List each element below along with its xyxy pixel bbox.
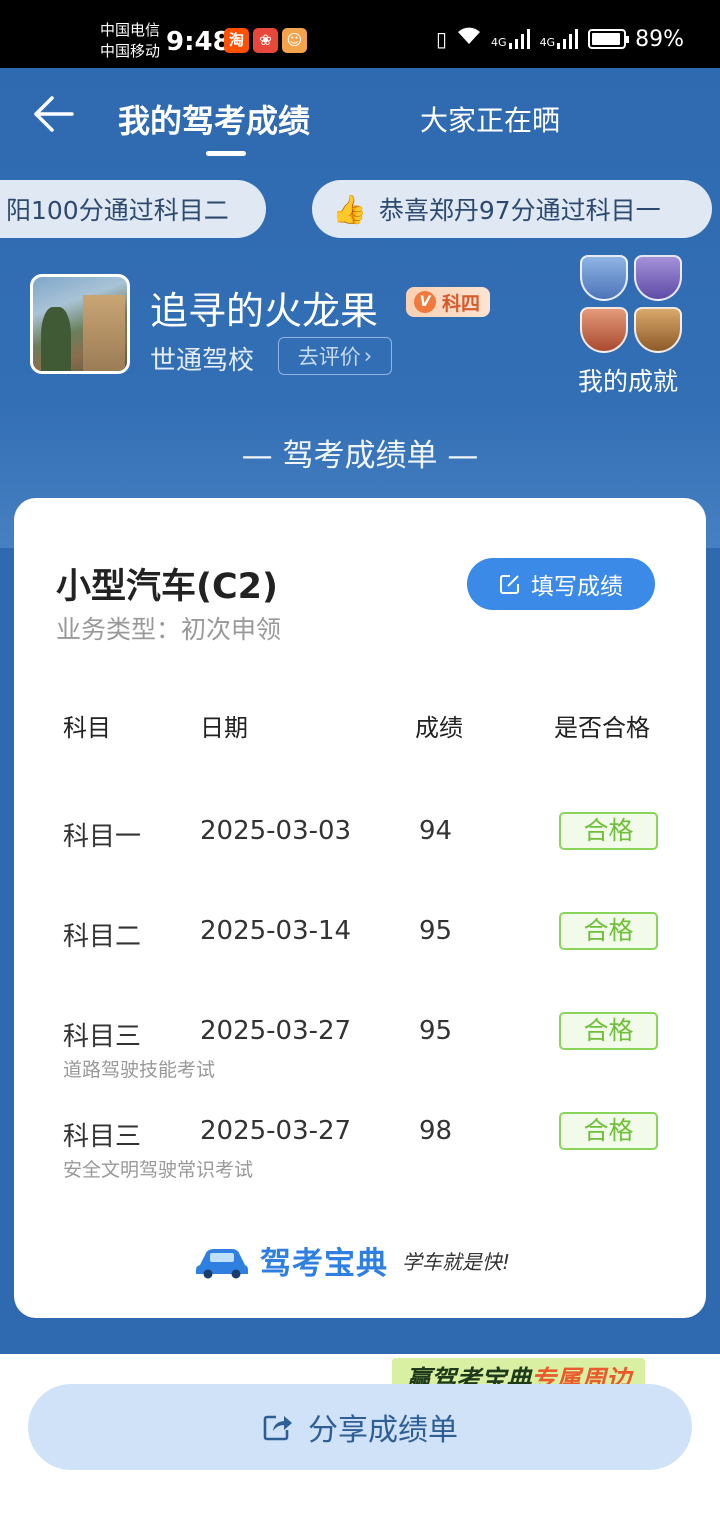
avatar[interactable] [30, 274, 130, 374]
achievement-badge-icon [580, 307, 628, 353]
share-button[interactable]: 分享成绩单 [28, 1384, 692, 1470]
score-card: 小型汽车(C2) 业务类型：初次申领 填写成绩 科目 日期 成绩 是否合格 科目… [14, 498, 706, 1318]
battery-percent: 89% [635, 26, 684, 52]
carrier-2: 中国移动 [100, 42, 161, 60]
brand-logo: 驾考宝典 学车就是快! [194, 1238, 510, 1283]
fill-score-label: 填写成绩 [531, 574, 623, 600]
back-arrow-icon [34, 96, 74, 132]
vibrate-icon: ▯ [436, 27, 448, 51]
carrier-names: 中国电信 中国移动 [100, 20, 160, 62]
achievement-badge-icon [634, 255, 682, 301]
row-date: 2025-03-27 [200, 1116, 352, 1146]
achievements-label[interactable]: 我的成就 [578, 362, 678, 398]
sheet-title: — 驾考成绩单 — [241, 438, 479, 474]
level-badge: V 科四 [406, 287, 491, 317]
license-title: 小型汽车(C2) [56, 567, 279, 607]
row-score: 94 [419, 816, 453, 846]
carrier-1: 中国电信 [100, 21, 161, 39]
row-subject: 科目二 [63, 922, 142, 952]
signal-icon-1: 4G [491, 29, 531, 49]
chevron-right-icon: › [363, 344, 373, 368]
row-date: 2025-03-27 [200, 1016, 352, 1046]
ticker-pill: 阳100分通过科目二 [0, 180, 266, 238]
taobao-icon: 淘 [224, 28, 249, 53]
row-score: 95 [419, 1016, 453, 1046]
header-pass: 是否合格 [554, 714, 650, 742]
ticker-text: 阳100分通过科目二 [6, 196, 229, 225]
achievement-badge-icon [580, 255, 628, 301]
battery-icon [588, 29, 630, 49]
achievements-badges[interactable] [580, 255, 682, 353]
signal-icon-2: 4G [540, 29, 580, 49]
brand-name: 驾考宝典 [260, 1246, 388, 1282]
app-notification-icon: ❀ [253, 28, 278, 53]
notification-icons: 淘 ❀ ☺ [224, 28, 307, 53]
wifi-icon [456, 26, 482, 52]
car-icon [196, 1248, 248, 1278]
share-icon [263, 1415, 292, 1441]
row-score: 95 [419, 916, 453, 946]
edit-icon [500, 575, 519, 594]
business-type: 业务类型：初次申领 [56, 615, 282, 644]
thumbs-up-icon: 👍 [332, 192, 367, 226]
network-type-1: 4G [491, 36, 507, 49]
system-status: ▯ 4G 4G 89% [436, 26, 684, 52]
share-button-label: 分享成绩单 [308, 1413, 458, 1448]
row-note: 道路驾驶技能考试 [63, 1059, 216, 1081]
clock: 9:48 [166, 27, 231, 57]
row-subject: 科目三 [63, 1122, 142, 1152]
app-notification-icon: ☺ [282, 28, 307, 53]
ticker-text: 恭喜郑丹97分通过科目一 [378, 196, 661, 225]
header-date: 日期 [200, 714, 248, 742]
row-subject: 科目一 [63, 822, 142, 852]
row-subject: 科目三 [63, 1022, 142, 1052]
status-bar: 中国电信 中国移动 9:48 淘 ❀ ☺ ▯ 4G 4G 89% [0, 0, 720, 68]
level-badge-label: 科四 [442, 292, 481, 315]
header-subject: 科目 [63, 714, 111, 742]
pass-badge: 合格 [559, 1012, 658, 1050]
brand-slogan: 学车就是快! [402, 1250, 511, 1274]
back-button[interactable] [30, 94, 76, 134]
active-tab-indicator [206, 151, 246, 156]
tab-my-scores[interactable]: 我的驾考成绩 [118, 96, 310, 142]
pass-badge: 合格 [559, 912, 658, 950]
review-button-label: 去评价 [297, 345, 361, 369]
fill-score-button[interactable]: 填写成绩 [467, 558, 655, 610]
row-note: 安全文明驾驶常识考试 [63, 1159, 254, 1181]
row-date: 2025-03-14 [200, 916, 352, 946]
header-score: 成绩 [415, 714, 463, 742]
username: 追寻的火龙果 [150, 289, 379, 333]
school-name: 世通驾校 [150, 346, 255, 376]
vip-icon: V [414, 291, 436, 313]
row-date: 2025-03-03 [200, 816, 352, 846]
row-score: 98 [419, 1116, 453, 1146]
ticker-pill: 👍 恭喜郑丹97分通过科目一 [312, 180, 712, 238]
tab-everyone-sharing[interactable]: 大家正在晒 [420, 99, 560, 139]
achievement-badge-icon [634, 307, 682, 353]
pass-badge: 合格 [559, 812, 658, 850]
pass-badge: 合格 [559, 1112, 658, 1150]
network-type-2: 4G [539, 36, 556, 49]
review-button[interactable]: 去评价 › [278, 337, 392, 375]
